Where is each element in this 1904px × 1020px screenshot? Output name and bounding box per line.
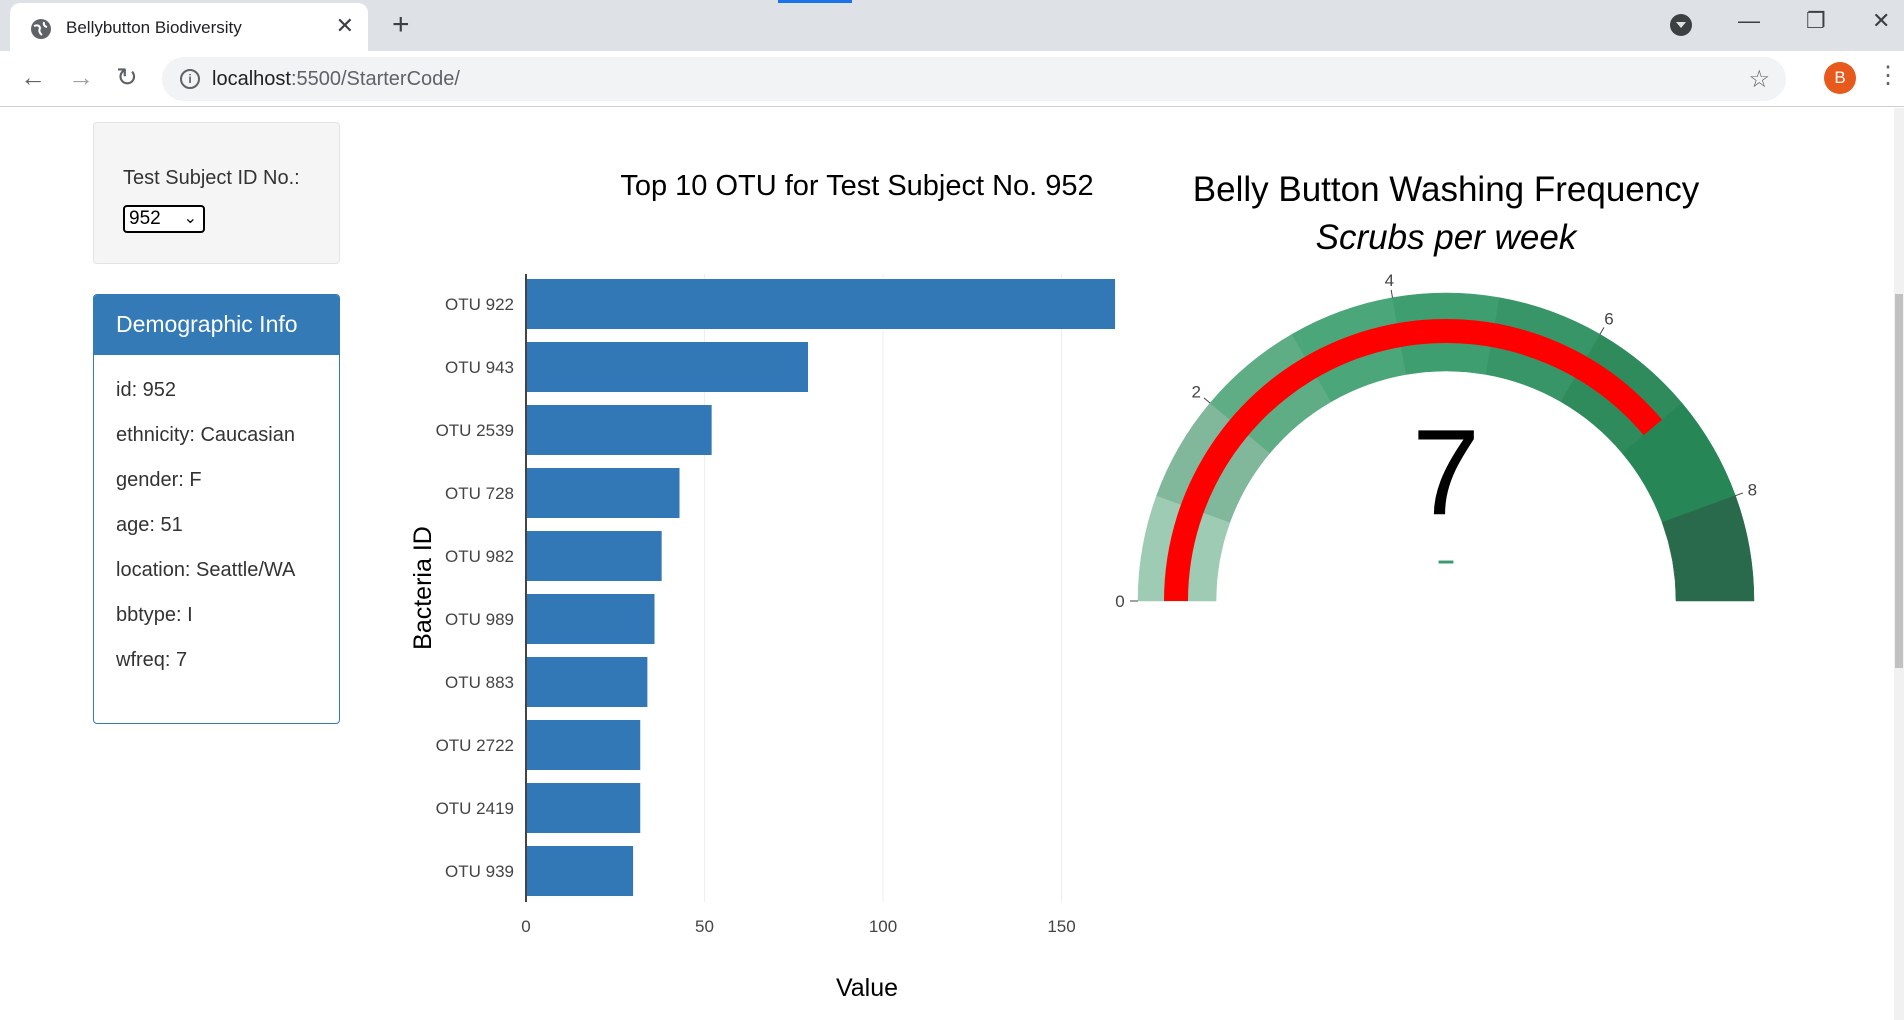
gauge-tick-label: 0: [1115, 592, 1124, 611]
gauge-tick-label: 4: [1385, 271, 1394, 290]
browser-toolbar: ← → ↻ i localhost:5500/StarterCode/ ☆ B …: [0, 51, 1904, 107]
gauge-title: Belly Button Washing Frequency: [1193, 170, 1700, 209]
gauge-tick-label: 8: [1748, 481, 1757, 500]
back-arrow-icon[interactable]: ←: [20, 62, 46, 93]
page-content: Test Subject ID No.: 952 ⌄ Demographic I…: [0, 108, 1904, 1020]
scrollbar-thumb[interactable]: [1895, 294, 1903, 668]
gauge-tick: [1203, 397, 1211, 404]
menu-kebab-icon[interactable]: ⋮: [1876, 61, 1900, 90]
tab-search-icon[interactable]: [1670, 14, 1692, 36]
globe-icon: [31, 19, 51, 39]
tab-title: Bellybutton Biodiversity: [66, 18, 242, 37]
close-tab-icon[interactable]: ✕: [336, 13, 354, 39]
gauge-subtitle: Scrubs per week: [1316, 218, 1578, 257]
new-tab-button[interactable]: +: [392, 8, 410, 42]
window-close-button[interactable]: ✕: [1872, 8, 1890, 34]
url-path: :5500/StarterCode/: [290, 68, 460, 90]
url-text[interactable]: localhost:5500/StarterCode/: [212, 68, 460, 91]
gauge-chart: 0 2 4 6 8 Belly Button Washing Frequency Scrub…: [1115, 170, 1757, 611]
forward-arrow-icon[interactable]: →: [68, 62, 94, 93]
url-host: localhost: [212, 68, 291, 90]
minimize-button[interactable]: —: [1738, 8, 1760, 34]
profile-avatar[interactable]: B: [1824, 62, 1856, 94]
bookmark-star-icon[interactable]: ☆: [1748, 65, 1770, 94]
gauge-value: 7: [1412, 404, 1480, 540]
gauge-tick: [1735, 492, 1744, 497]
loading-indicator: [778, 0, 852, 3]
browser-tab[interactable]: Bellybutton Biodiversity ✕: [10, 3, 368, 51]
page-scrollbar[interactable]: [1894, 108, 1904, 1020]
restore-button[interactable]: ❐: [1806, 8, 1826, 34]
reload-icon[interactable]: ↻: [116, 62, 138, 93]
browser-tab-bar: Bellybutton Biodiversity ✕ + — ❐ ✕: [0, 0, 1904, 51]
address-bar[interactable]: i localhost:5500/StarterCode/ ☆: [162, 57, 1786, 101]
gauge-tick: [1390, 289, 1394, 298]
site-info-icon[interactable]: i: [180, 69, 200, 89]
gauge-tick-label: 6: [1604, 310, 1613, 329]
gauge-delta: –: [1438, 544, 1455, 577]
gauge-tick-label: 2: [1192, 382, 1201, 401]
